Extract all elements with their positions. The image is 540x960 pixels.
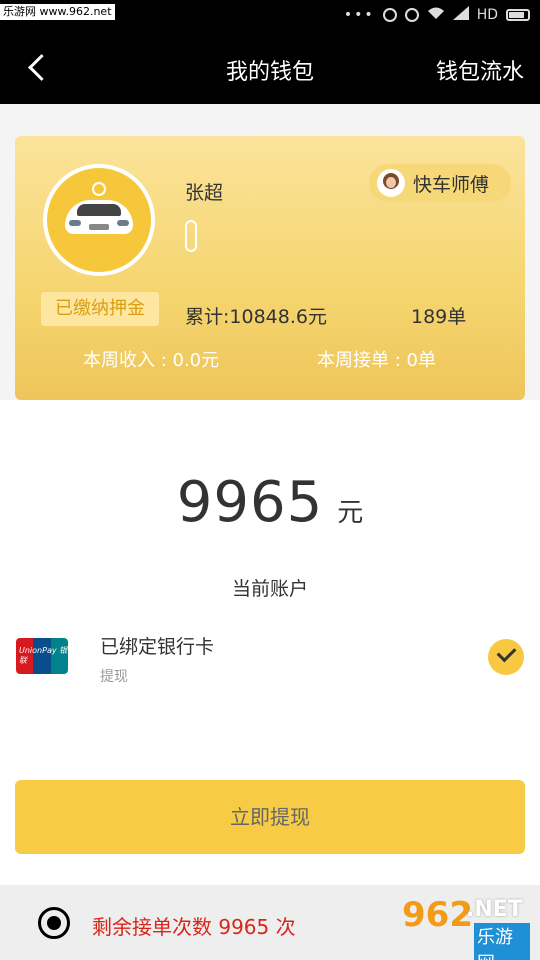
battery-icon xyxy=(506,9,530,21)
week-orders: 本周接单 : 0单 xyxy=(317,350,436,371)
watermark-number: 962 xyxy=(402,895,473,935)
bank-card-subtitle: 提现 xyxy=(100,669,128,685)
driver-name: 张超 xyxy=(185,182,224,204)
bottom-bar: 剩余接单次数 9965 次 962 .NET 乐游网 xyxy=(0,885,540,960)
remaining-orders-text: 剩余接单次数 9965 次 xyxy=(92,915,296,939)
bank-card-title[interactable]: 已绑定银行卡 xyxy=(100,632,214,659)
balance-amount: 9965 xyxy=(176,470,324,535)
wifi-icon xyxy=(427,6,445,24)
withdraw-button[interactable]: 立即提现 xyxy=(15,780,525,854)
level-indicator xyxy=(185,220,197,252)
unionpay-logo-text: UnionPay 银联 xyxy=(19,646,68,665)
watermark-cn: 乐游网 xyxy=(474,923,530,960)
car-icon xyxy=(47,168,151,272)
unionpay-logo-icon: UnionPay 银联 xyxy=(16,638,68,674)
nav-bar: 我的钱包 钱包流水 xyxy=(0,32,540,104)
watermark-label: 乐游网 www.962.net xyxy=(0,4,115,20)
total-earnings: 累计:10848.6元 xyxy=(185,306,327,328)
sync-icon xyxy=(382,8,397,22)
status-icons: ••• HD xyxy=(344,6,530,24)
radio-button[interactable] xyxy=(38,907,70,939)
current-account-label: 当前账户 xyxy=(231,578,308,600)
alarm-icon xyxy=(404,8,419,22)
checkmark-icon[interactable] xyxy=(488,639,524,675)
avatar[interactable] xyxy=(43,164,155,276)
week-income: 本周收入 : 0.0元 xyxy=(83,350,220,371)
driver-portrait-icon xyxy=(377,169,405,197)
total-orders: 189单 xyxy=(411,306,467,328)
network-type-label: HD xyxy=(476,7,498,23)
status-bar: 乐游网 www.962.net ••• HD xyxy=(0,0,540,32)
signal-icon xyxy=(452,6,469,24)
more-dots-icon: ••• xyxy=(343,7,375,23)
balance-unit: 元 xyxy=(337,498,364,528)
role-label: 快车师傅 xyxy=(413,173,490,196)
wallet-history-link[interactable]: 钱包流水 xyxy=(436,54,524,86)
role-badge: 快车师傅 xyxy=(369,164,511,202)
deposit-badge: 已缴纳押金 xyxy=(41,292,159,326)
site-watermark: 962 .NET 乐游网 xyxy=(402,893,530,960)
balance-display: 9965 元 xyxy=(0,470,540,535)
watermark-domain: .NET xyxy=(466,897,523,922)
driver-profile-card: 已缴纳押金 张超 快车师傅 累计:10848.6元 189单 本周收入 : 0.… xyxy=(15,136,525,400)
